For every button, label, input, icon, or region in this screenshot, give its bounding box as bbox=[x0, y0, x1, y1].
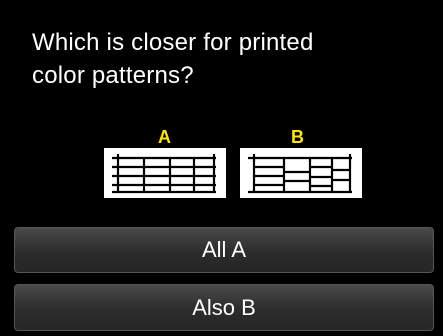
pattern-b-image bbox=[240, 148, 362, 198]
pattern-b-label: B bbox=[291, 127, 304, 147]
printer-screen: Which is closer for printed color patter… bbox=[0, 0, 443, 336]
all-a-button[interactable]: All A bbox=[14, 227, 434, 273]
pattern-comparison: A B bbox=[0, 128, 443, 208]
pattern-b: B bbox=[240, 128, 362, 208]
question-line-2: color patterns? bbox=[32, 62, 194, 89]
pattern-a-image bbox=[104, 148, 226, 198]
also-b-button[interactable]: Also B bbox=[14, 284, 434, 331]
question-line-1: Which is closer for printed bbox=[32, 29, 314, 56]
pattern-a: A bbox=[104, 128, 226, 208]
question-text: Which is closer for printed color patter… bbox=[32, 26, 412, 92]
pattern-a-label: A bbox=[158, 127, 171, 147]
